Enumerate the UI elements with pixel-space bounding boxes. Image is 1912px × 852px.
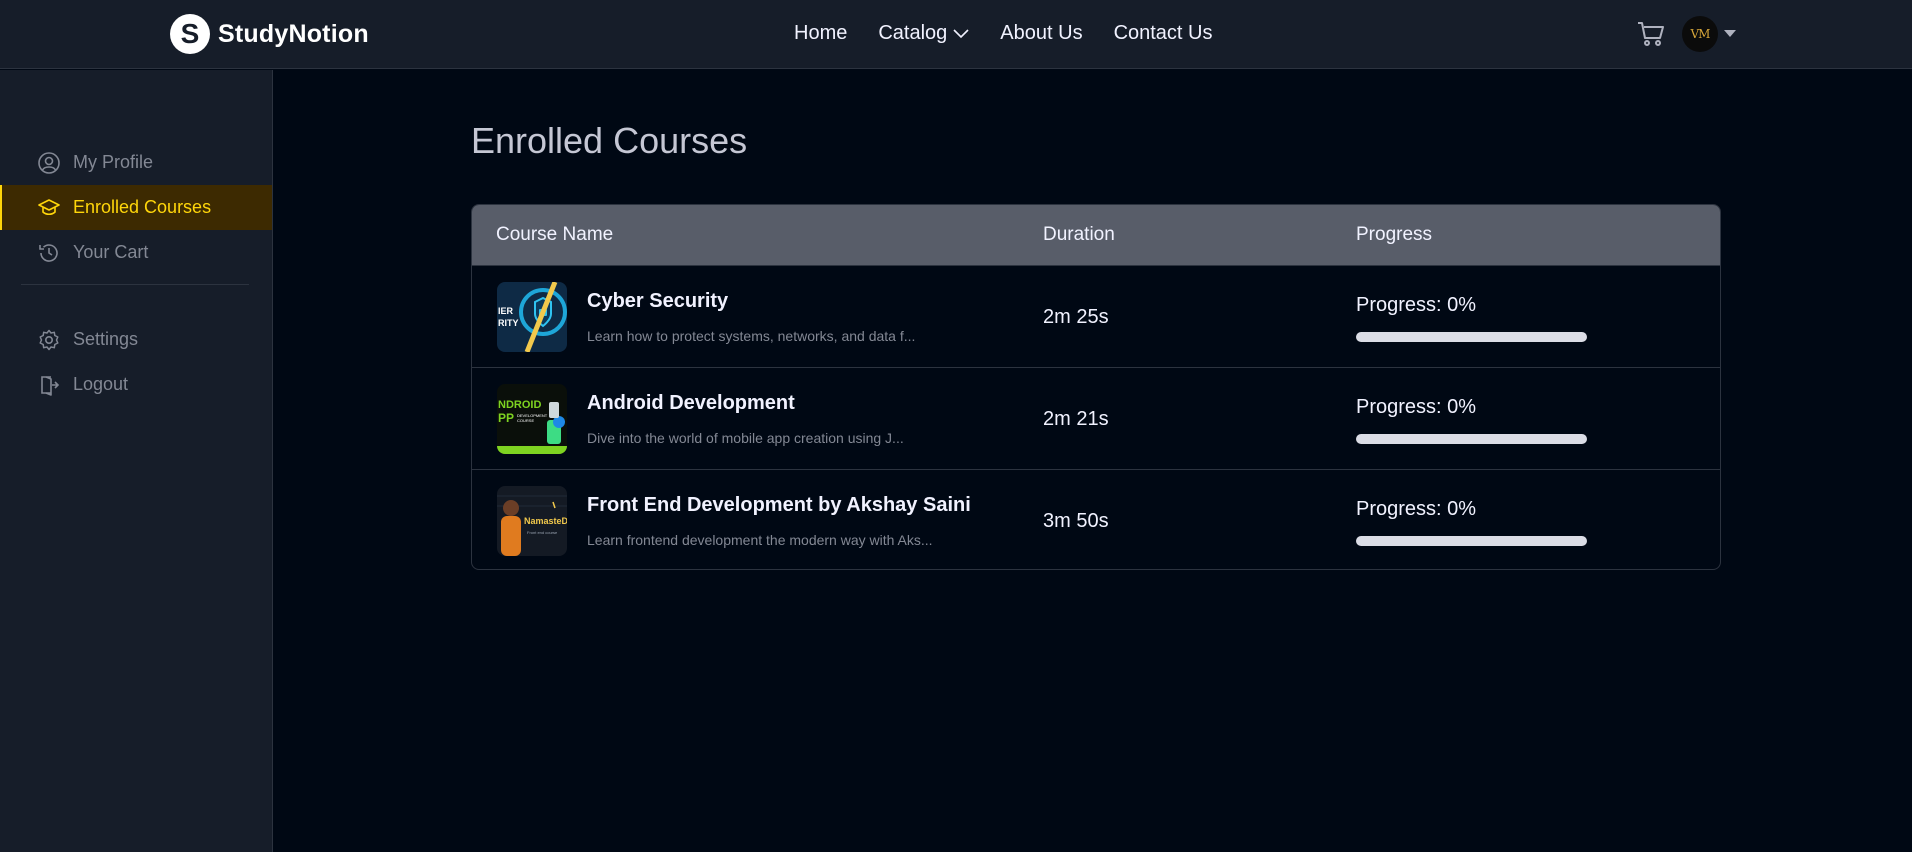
svg-text:Front end course: Front end course	[527, 530, 558, 535]
page-title: Enrolled Courses	[471, 120, 748, 161]
sidebar-item-label: Logout	[73, 374, 129, 394]
sidebar-item-label: Enrolled Courses	[73, 197, 212, 217]
progress-bar	[1356, 434, 1587, 444]
sidebar-item-label: Your Cart	[73, 242, 149, 262]
course-title[interactable]: Android Development	[587, 392, 795, 415]
progress-bar	[1356, 332, 1587, 342]
user-circle-icon	[37, 151, 61, 175]
course-description: Learn frontend development the modern wa…	[587, 532, 933, 548]
sidebar-item-label: Settings	[73, 329, 139, 349]
table-row[interactable]: IER RITY Cyber Security Learn how to pro…	[472, 265, 1720, 367]
top-navbar: S StudyNotion Home Catalog About Us Cont…	[0, 0, 1912, 69]
sidebar-item-my-profile[interactable]: My Profile	[0, 140, 272, 185]
svg-text:IER: IER	[498, 306, 514, 316]
history-icon	[37, 241, 61, 265]
chevron-down-icon	[953, 28, 969, 38]
svg-text:RITY: RITY	[498, 318, 519, 328]
nav-home[interactable]: Home	[794, 22, 847, 45]
sidebar-item-your-cart[interactable]: Your Cart	[0, 230, 272, 275]
gear-icon	[37, 328, 61, 352]
column-header-course-name: Course Name	[496, 224, 614, 245]
svg-text:NamasteD: NamasteD	[524, 516, 567, 526]
sidebar-item-settings[interactable]: Settings	[0, 317, 272, 362]
main-nav: Home Catalog About Us Contact Us	[794, 22, 1213, 45]
course-thumbnail: IER RITY	[497, 282, 567, 352]
course-thumbnail: NDROID PP DEVELOPMENT COURSE	[497, 384, 567, 454]
progress-label: Progress: 0%	[1356, 294, 1477, 316]
svg-text:NDROID: NDROID	[498, 399, 541, 411]
profile-dropdown[interactable]: VM	[1682, 16, 1736, 52]
sidebar-item-enrolled-courses[interactable]: Enrolled Courses	[0, 185, 272, 230]
nav-catalog-label: Catalog	[878, 22, 948, 44]
course-duration: 2m 25s	[1043, 306, 1109, 328]
column-header-progress: Progress	[1356, 224, 1433, 245]
course-thumbnail: NamasteD Front end course	[497, 486, 567, 556]
sidebar-item-label: My Profile	[73, 152, 154, 172]
avatar: VM	[1682, 16, 1718, 52]
caret-down-icon	[1724, 30, 1736, 37]
logout-icon	[37, 373, 61, 397]
nav-about[interactable]: About Us	[1000, 22, 1082, 45]
nav-actions: VM	[1636, 16, 1736, 52]
nav-contact[interactable]: Contact Us	[1114, 22, 1213, 45]
sidebar: My Profile Enrolled Courses Your Cart Se…	[0, 70, 273, 852]
cart-icon[interactable]	[1636, 20, 1666, 48]
logo-mark-icon: S	[170, 14, 210, 54]
progress-label: Progress: 0%	[1356, 498, 1477, 520]
enrolled-courses-table: Course Name Duration Progress IER RITY C…	[471, 204, 1721, 570]
progress-label: Progress: 0%	[1356, 396, 1477, 418]
sidebar-item-logout[interactable]: Logout	[0, 362, 272, 407]
graduation-cap-icon	[37, 196, 61, 220]
course-description: Dive into the world of mobile app creati…	[587, 430, 904, 446]
course-title[interactable]: Front End Development by Akshay Saini	[587, 494, 971, 517]
table-row[interactable]: NamasteD Front end course Front End Deve…	[472, 469, 1720, 569]
column-header-duration: Duration	[1043, 224, 1115, 245]
course-duration: 3m 50s	[1043, 510, 1109, 532]
course-duration: 2m 21s	[1043, 408, 1109, 430]
svg-text:COURSE: COURSE	[517, 418, 534, 423]
course-title[interactable]: Cyber Security	[587, 290, 728, 313]
svg-text:PP: PP	[498, 411, 514, 425]
brand-name: StudyNotion	[218, 19, 369, 48]
table-header: Course Name Duration Progress	[472, 205, 1720, 265]
brand-logo[interactable]: S StudyNotion	[170, 14, 369, 54]
sidebar-divider	[21, 284, 249, 285]
table-row[interactable]: NDROID PP DEVELOPMENT COURSE Android Dev…	[472, 367, 1720, 469]
progress-bar	[1356, 536, 1587, 546]
nav-catalog[interactable]: Catalog	[878, 22, 969, 45]
course-description: Learn how to protect systems, networks, …	[587, 328, 916, 344]
